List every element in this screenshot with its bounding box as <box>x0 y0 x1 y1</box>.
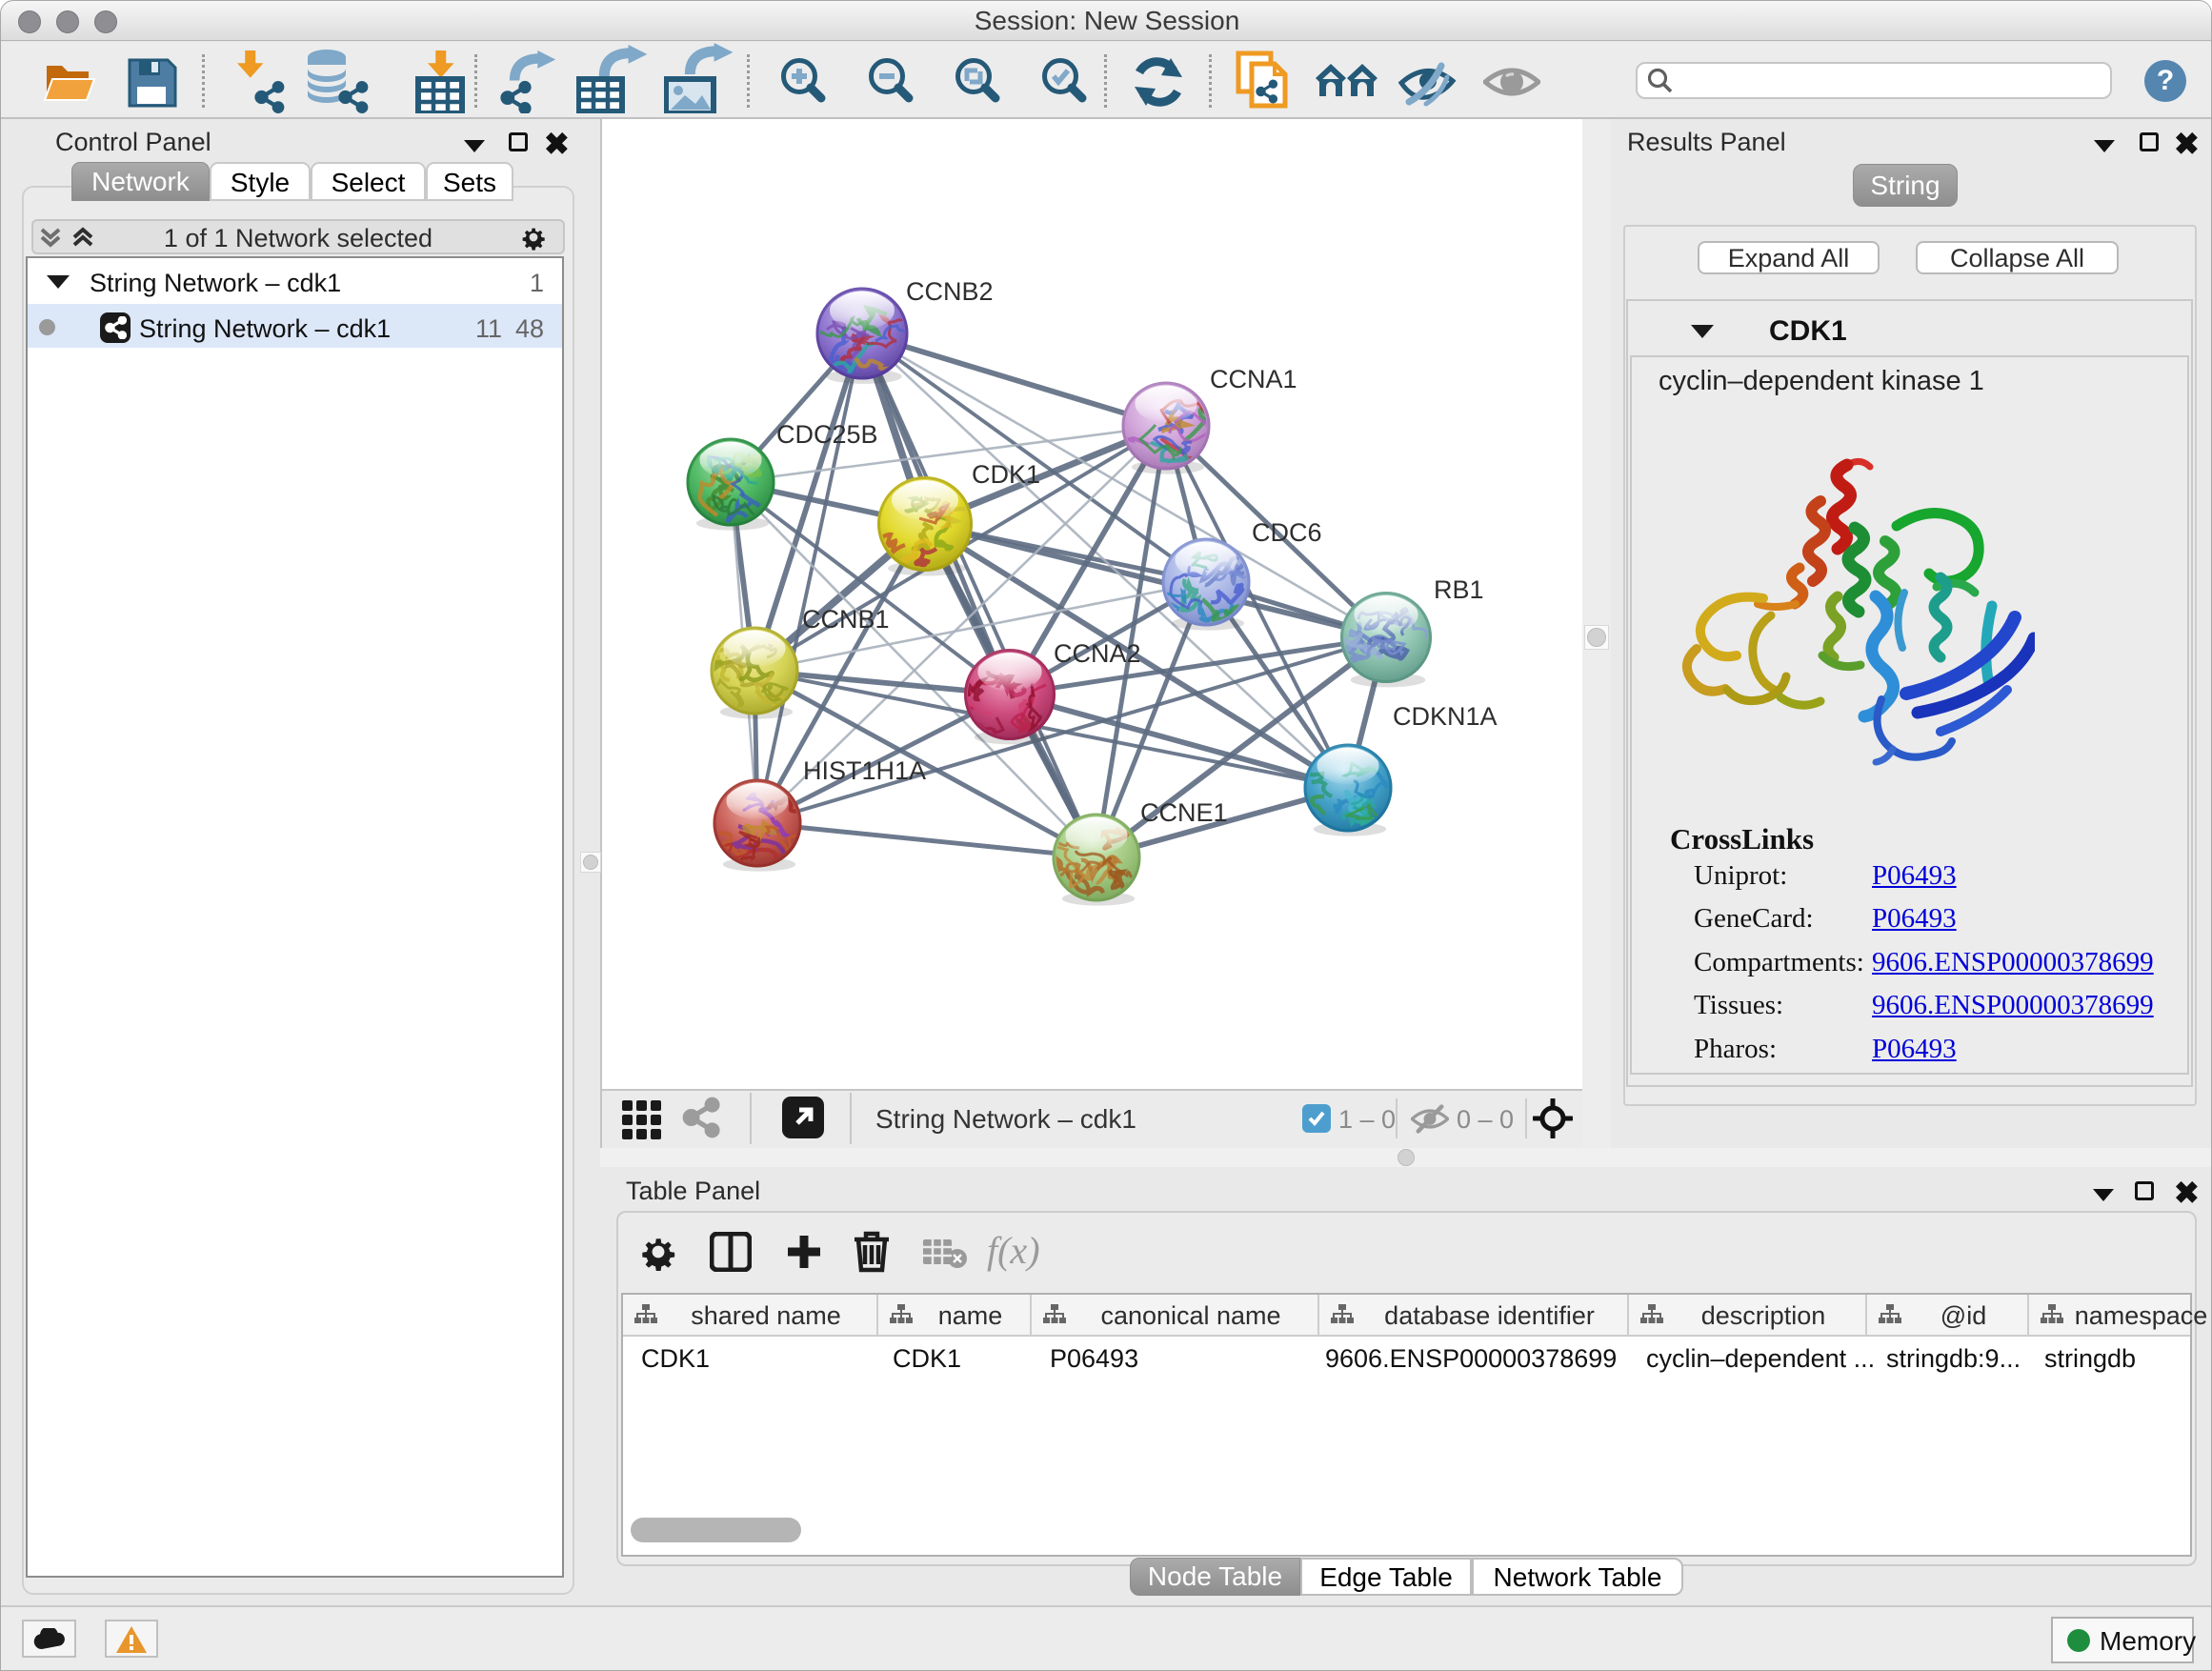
svg-text:CCNE1: CCNE1 <box>1140 798 1228 827</box>
svg-text:CCNB1: CCNB1 <box>802 605 890 634</box>
svg-text:HIST1H1A: HIST1H1A <box>803 756 926 785</box>
svg-text:CDC25B: CDC25B <box>776 420 878 449</box>
svg-text:CCNA1: CCNA1 <box>1210 365 1297 393</box>
svg-text:CCNB2: CCNB2 <box>906 277 994 306</box>
svg-text:CCNA2: CCNA2 <box>1054 639 1141 668</box>
svg-text:CDK1: CDK1 <box>972 460 1040 489</box>
svg-text:RB1: RB1 <box>1434 575 1484 604</box>
svg-text:CDKN1A: CDKN1A <box>1393 702 1498 731</box>
svg-text:CDC6: CDC6 <box>1252 518 1322 547</box>
